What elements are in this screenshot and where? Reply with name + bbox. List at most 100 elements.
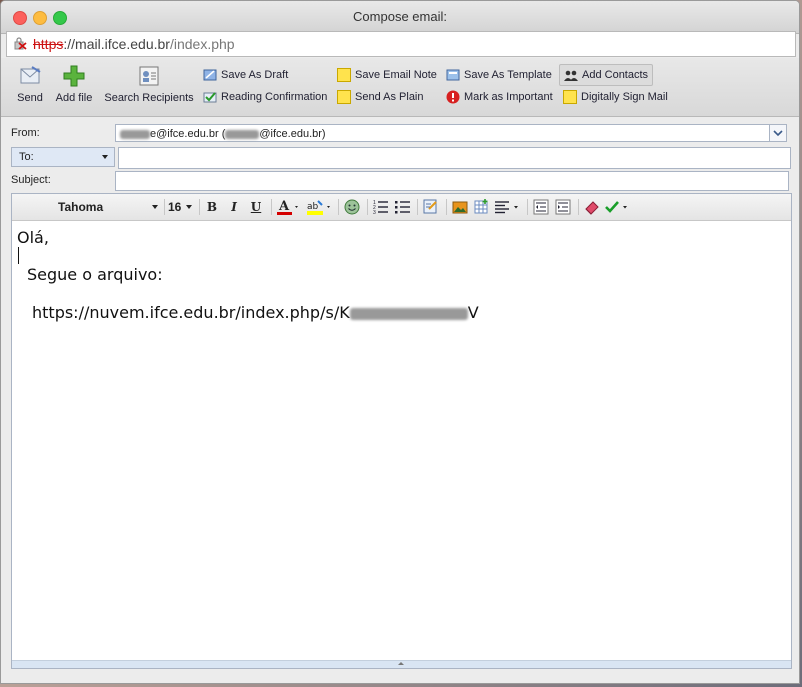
reading-confirmation-label: Reading Confirmation xyxy=(221,91,328,103)
svg-text:3: 3 xyxy=(373,210,376,215)
editor-resize-handle[interactable] xyxy=(12,660,791,668)
note-icon xyxy=(337,68,351,82)
image-icon xyxy=(452,201,468,214)
body-link-prefix: https://nuvem.ifce.edu.br/index.php/s/K xyxy=(32,303,350,322)
send-as-plain-label: Send As Plain xyxy=(355,91,424,103)
address-book-icon xyxy=(139,66,159,86)
reading-confirmation-button[interactable]: Reading Confirmation xyxy=(203,87,327,107)
message-editor: Tahoma 16 B I U A ab 1 2 3 Olá, Segue o … xyxy=(11,193,792,669)
align-left-icon xyxy=(495,201,518,214)
from-value-end: @ifce.edu.br) xyxy=(259,128,326,140)
from-value-mid: e@ifce.edu.br ( xyxy=(150,128,226,140)
body-line-text: Segue o arquivo: xyxy=(27,265,163,284)
compose-window: Compose email: https://mail.ifce.edu.br/… xyxy=(0,0,800,684)
insert-image-button[interactable] xyxy=(450,198,470,216)
toolbar-separator xyxy=(338,199,339,215)
insert-table-button[interactable] xyxy=(472,198,492,216)
resize-arrow-icon xyxy=(398,662,404,665)
search-recipients-button[interactable]: Search Recipients xyxy=(103,64,195,104)
url-text: https://mail.ifce.edu.br/index.php xyxy=(33,36,235,52)
ordered-list-icon: 123 xyxy=(373,200,388,215)
numbered-list-button[interactable]: 123 xyxy=(371,198,391,216)
contacts-icon xyxy=(564,70,578,81)
redacted-text xyxy=(349,307,468,320)
save-as-template-button[interactable]: Save As Template xyxy=(446,65,552,85)
to-type-select[interactable]: To: xyxy=(11,147,115,167)
body-line-link: https://nuvem.ifce.edu.br/index.php/s/K V xyxy=(32,303,479,322)
url-path: /index.php xyxy=(169,36,235,52)
svg-text:ab: ab xyxy=(307,202,319,212)
indent-button[interactable] xyxy=(553,198,573,216)
save-email-note-button[interactable]: Save Email Note xyxy=(337,65,437,85)
indent-icon xyxy=(555,199,571,215)
digitally-sign-mail-label: Digitally Sign Mail xyxy=(581,91,668,103)
mark-as-important-label: Mark as Important xyxy=(464,91,553,103)
from-select[interactable]: e@ifce.edu.br ( @ifce.edu.br) xyxy=(115,124,787,142)
url-host: ://mail.ifce.edu.br xyxy=(63,36,170,52)
mark-as-important-button[interactable]: Mark as Important xyxy=(446,87,553,107)
title-bar: Compose email: xyxy=(1,1,799,34)
highlight-color-button[interactable]: ab xyxy=(305,198,333,216)
toolbar-separator xyxy=(199,199,200,215)
from-row: From: e@ifce.edu.br ( @ifce.edu.br) xyxy=(1,124,799,144)
caret-down-icon xyxy=(186,205,192,209)
send-button[interactable]: Send xyxy=(15,64,45,104)
exclamation-icon xyxy=(446,90,460,104)
save-as-draft-button[interactable]: Save As Draft xyxy=(203,65,288,85)
font-size-select[interactable]: 16 xyxy=(168,198,194,216)
subject-input[interactable] xyxy=(115,171,789,191)
add-contacts-button[interactable]: Add Contacts xyxy=(559,64,654,86)
draft-icon xyxy=(203,69,217,81)
spellcheck-button[interactable] xyxy=(604,198,634,216)
plus-icon xyxy=(63,65,85,87)
message-body[interactable]: Olá, Segue o arquivo: https://nuvem.ifce… xyxy=(12,221,791,661)
send-icon xyxy=(20,66,41,84)
toolbar-separator xyxy=(446,199,447,215)
url-scheme: https xyxy=(33,36,64,52)
add-file-button[interactable]: Add file xyxy=(53,64,95,104)
save-as-draft-label: Save As Draft xyxy=(221,69,289,81)
align-button[interactable] xyxy=(494,198,522,216)
insecure-lock-icon xyxy=(14,37,27,50)
text-color-button[interactable]: A xyxy=(275,198,301,216)
remove-format-button[interactable] xyxy=(582,198,602,216)
save-email-note-label: Save Email Note xyxy=(355,69,437,81)
from-dropdown-arrow[interactable] xyxy=(769,125,786,141)
send-as-plain-button[interactable]: Send As Plain xyxy=(337,87,424,107)
redacted-text xyxy=(120,129,150,139)
bold-button[interactable]: B xyxy=(203,198,221,216)
toolbar-separator xyxy=(271,199,272,215)
digitally-sign-mail-button[interactable]: Digitally Sign Mail xyxy=(563,87,668,107)
toolbar: Send Add file Search Recipients Save As … xyxy=(1,58,799,117)
template-icon xyxy=(446,69,460,81)
body-line-greeting: Olá, xyxy=(17,228,49,247)
underline-button[interactable]: U xyxy=(247,198,265,216)
search-recipients-label: Search Recipients xyxy=(104,92,194,104)
from-label: From: xyxy=(11,127,40,139)
link-icon xyxy=(423,199,437,214)
toolbar-separator xyxy=(367,199,368,215)
unordered-list-icon xyxy=(395,201,410,214)
insert-link-button[interactable] xyxy=(421,198,441,216)
address-bar[interactable]: https://mail.ifce.edu.br/index.php xyxy=(6,31,796,57)
text-color-icon: A xyxy=(277,199,298,215)
check-envelope-icon xyxy=(203,92,217,103)
outdent-button[interactable] xyxy=(531,198,551,216)
window-title: Compose email: xyxy=(353,9,447,24)
to-input[interactable] xyxy=(118,147,791,169)
add-contacts-label: Add Contacts xyxy=(582,69,649,81)
svg-text:A: A xyxy=(278,199,290,214)
font-family-select[interactable]: Tahoma xyxy=(18,198,158,216)
chevron-down-icon xyxy=(773,130,783,137)
eraser-icon xyxy=(585,201,599,215)
to-row: To: xyxy=(1,147,799,169)
italic-button[interactable]: I xyxy=(225,198,243,216)
subject-label: Subject: xyxy=(11,174,51,186)
text-caret xyxy=(18,247,19,264)
emoticon-button[interactable] xyxy=(342,198,362,216)
redacted-text xyxy=(225,129,260,139)
outdent-icon xyxy=(533,199,549,215)
bullet-list-button[interactable] xyxy=(393,198,413,216)
font-size-value: 16 xyxy=(168,200,182,214)
caret-down-icon xyxy=(102,155,108,159)
